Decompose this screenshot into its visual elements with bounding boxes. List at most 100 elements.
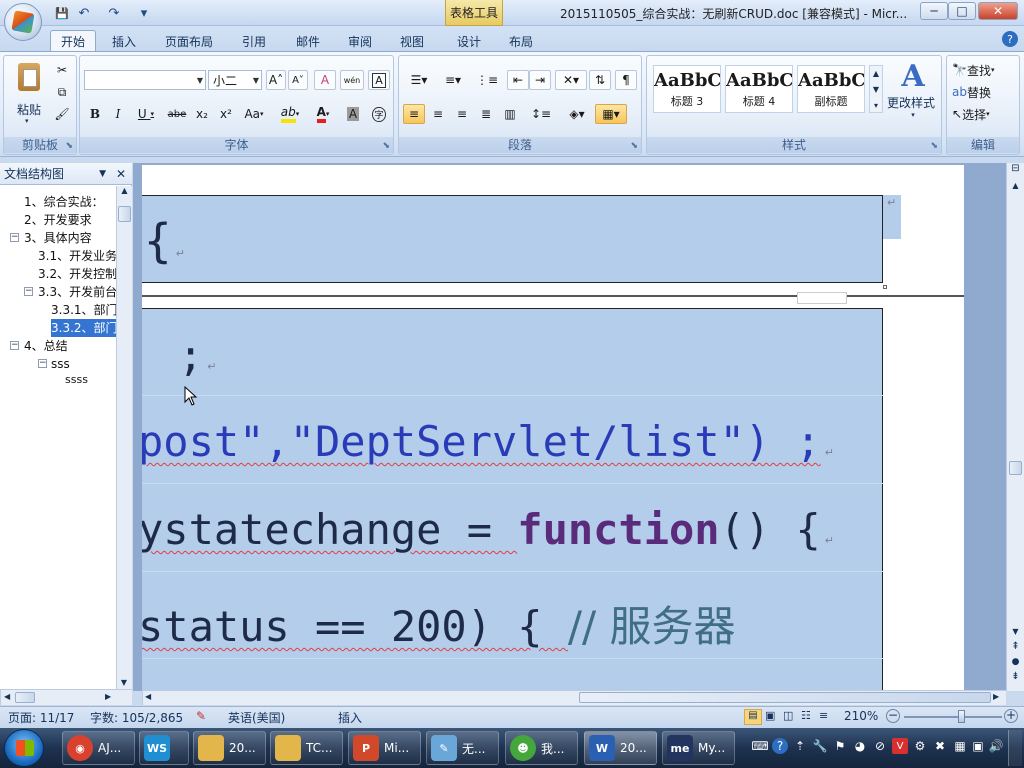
style-subtitle[interactable]: AaBbC 副标题 [797, 65, 865, 113]
decrease-indent-icon[interactable]: ⇤ [507, 70, 529, 90]
zoom-in-icon[interactable]: + [1004, 709, 1018, 723]
collapse-icon[interactable]: − [24, 287, 33, 296]
nav-item[interactable]: 3.1、开发业务 [38, 247, 116, 265]
network-error-icon[interactable]: ✖ [932, 738, 948, 754]
tab-insert[interactable]: 插入 [102, 30, 146, 52]
scroll-right-icon[interactable]: ▶ [993, 692, 999, 701]
nav-item[interactable]: 4、总结 [24, 337, 68, 355]
clear-format-button[interactable]: A [314, 70, 336, 90]
character-shading-button[interactable]: A [342, 104, 364, 124]
display-icon[interactable]: ▣ [970, 738, 986, 754]
superscript-button[interactable]: x² [215, 104, 237, 124]
select-browse-object-icon[interactable]: ● [1007, 657, 1024, 667]
styles-gallery-scroll[interactable]: ▲ ▼ ▾ [869, 65, 883, 113]
scroll-thumb[interactable] [1009, 461, 1022, 475]
start-button[interactable] [4, 729, 44, 767]
scroll-thumb[interactable] [118, 206, 131, 222]
close-icon[interactable]: ✕ [116, 166, 126, 182]
nav-vertical-scrollbar[interactable]: ▲ ▼ [116, 186, 132, 689]
taskbar-item[interactable]: TC... [270, 731, 343, 765]
tab-mailings[interactable]: 邮件 [286, 30, 330, 52]
bullets-icon[interactable]: ☰▾ [403, 70, 435, 90]
grow-font-button[interactable]: A˄ [266, 70, 286, 90]
nav-item-selected[interactable]: 3.3.2、部门 [51, 319, 116, 337]
style-heading-3[interactable]: AaBbC 标题 3 [653, 65, 721, 113]
insert-mode-indicator[interactable]: 插入 [338, 709, 362, 726]
help-icon[interactable]: ? [1002, 31, 1018, 47]
format-painter-icon[interactable]: 🖌 [52, 104, 72, 124]
tab-home[interactable]: 开始 [50, 30, 97, 52]
scroll-down-icon[interactable]: ▼ [117, 678, 131, 687]
save-icon[interactable]: 💾 [52, 4, 72, 22]
paste-button[interactable]: 粘贴 ▾ [10, 60, 46, 125]
office-button[interactable] [4, 3, 42, 41]
nav-item[interactable]: 3、具体内容 [24, 229, 92, 247]
nav-item[interactable]: 3.3.1、部门 [51, 301, 116, 319]
show-desktop-button[interactable] [1008, 730, 1022, 766]
strikethrough-button[interactable]: abe [165, 104, 189, 124]
web-layout-view-icon[interactable]: ◫ [783, 709, 793, 722]
scroll-thumb[interactable] [15, 692, 35, 703]
styles-launcher-icon[interactable]: ⬊ [930, 141, 938, 151]
taskbar-item[interactable]: me My... [662, 731, 735, 765]
taskbar-item[interactable]: ◉ AJ... [62, 731, 135, 765]
nav-item[interactable]: 3.3、开发前台 [38, 283, 116, 301]
language-indicator[interactable]: 英语(美国) [228, 709, 285, 726]
scroll-down-icon[interactable]: ▼ [1007, 627, 1024, 636]
print-layout-view-icon[interactable]: ▤ [744, 709, 762, 725]
scroll-up-icon[interactable]: ▲ [1007, 181, 1024, 190]
font-size-combo[interactable]: 小二 ▼ [208, 70, 262, 90]
bold-button[interactable]: B [84, 104, 106, 124]
collapse-icon[interactable]: − [38, 359, 47, 368]
qat-customize-icon[interactable]: ▾ [134, 4, 154, 22]
justify-icon[interactable]: ≣ [475, 104, 497, 124]
zoom-slider[interactable] [904, 716, 1002, 718]
taskbar-item[interactable]: WS [139, 731, 189, 765]
next-page-icon[interactable]: ⇟ [1007, 671, 1024, 682]
redo-icon[interactable]: ↷ [104, 4, 124, 22]
scroll-left-icon[interactable]: ◀ [145, 692, 151, 701]
settings-icon[interactable]: ⚙ [912, 738, 928, 754]
table-cell[interactable]: ; ↵ post","DeptServlet/list") ; ↵ ystatech… [142, 308, 883, 691]
scroll-right-icon[interactable]: ▶ [105, 692, 111, 701]
nav-item[interactable]: 3.2、开发控制 [38, 265, 116, 283]
clipboard-launcher-icon[interactable]: ⬊ [65, 141, 73, 151]
outline-view-icon[interactable]: ☷ [801, 709, 811, 722]
nav-horizontal-scrollbar[interactable]: ◀ ▶ [0, 689, 132, 705]
keyboard-icon[interactable]: ⌨ [751, 738, 768, 754]
document-page[interactable]: {↵ ↵ ; ↵ post","DeptServlet/list") ; ↵ yst… [142, 165, 964, 691]
zoom-slider-thumb[interactable] [958, 710, 965, 723]
zoom-level[interactable]: 210% [844, 709, 878, 723]
ruler-toggle-icon[interactable]: ⊟ [1007, 163, 1024, 177]
tab-review[interactable]: 审阅 [338, 30, 382, 52]
scroll-up-icon[interactable]: ▲ [117, 186, 132, 195]
nav-item[interactable]: 1、综合实战： [24, 193, 104, 211]
italic-button[interactable]: I [107, 104, 129, 124]
taskbar-item[interactable]: P Mi... [348, 731, 421, 765]
document-horizontal-scrollbar[interactable]: ◀ ▶ [142, 690, 1006, 705]
table-resize-handle[interactable] [883, 285, 887, 289]
numbering-icon[interactable]: ≡▾ [437, 70, 469, 90]
increase-indent-icon[interactable]: ⇥ [529, 70, 551, 90]
antivirus-icon[interactable]: ⊘ [872, 738, 888, 754]
font-launcher-icon[interactable]: ⬊ [382, 141, 390, 151]
tab-page-layout[interactable]: 页面布局 [155, 30, 223, 52]
style-heading-4[interactable]: AaBbC 标题 4 [725, 65, 793, 113]
document-vertical-scrollbar[interactable]: ⊟ ▲ ▼ ⇞ ● ⇟ [1006, 163, 1024, 691]
tab-references[interactable]: 引用 [232, 30, 276, 52]
nav-item[interactable]: ssss [65, 371, 88, 389]
font-name-combo[interactable]: ▼ [84, 70, 206, 90]
show-marks-icon[interactable]: ¶ [615, 70, 637, 90]
undo-icon[interactable]: ↶ [74, 4, 94, 22]
align-right-icon[interactable]: ≡ [451, 104, 473, 124]
word-count[interactable]: 字数: 105/2,865 [90, 709, 183, 726]
change-styles-button[interactable]: A 更改样式 ▾ [887, 60, 939, 132]
flag-icon[interactable]: ⚑ [832, 738, 848, 754]
borders-icon[interactable]: ▦▾ [595, 104, 627, 124]
shield-icon[interactable]: V [892, 738, 908, 754]
volume-icon[interactable]: 🔊 [988, 738, 1004, 754]
full-screen-view-icon[interactable]: ▣ [765, 709, 775, 722]
tab-design[interactable]: 设计 [447, 30, 491, 52]
page-count[interactable]: 页面: 11/17 [8, 709, 74, 726]
sort-icon[interactable]: ⇅ [589, 70, 611, 90]
